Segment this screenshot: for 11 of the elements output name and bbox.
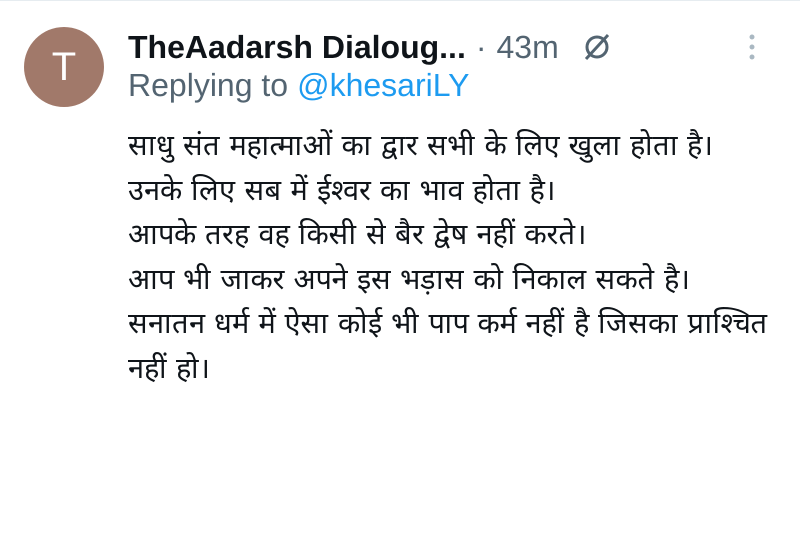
mention-link[interactable]: @khesariLY — [297, 67, 470, 109]
tweet-text: सनातन धर्म में ऐसा कोई भी पाप कर्म नहीं है जिसका प्राश्चित नहीं हो। — [128, 305, 768, 386]
replying-to-label: Replying to — [128, 67, 288, 105]
tweet-text: उनके लिए सब में ईश्वर का भाव होता है। — [128, 172, 557, 208]
avatar[interactable]: T — [24, 27, 104, 107]
separator-dot: · — [476, 28, 486, 66]
tweet-text: साधु संत महात्माओं का द्वार सभी के लिए खुला होता है। — [128, 127, 714, 165]
tweet-text: आप भी जाकर अपने इस भड़ास को निकाल सकते है। — [128, 260, 691, 298]
tweet-text: आपके तरह वह किसी से बैर द्वेष नहीं करते। — [128, 216, 588, 253]
timestamp: 43m — [496, 28, 559, 66]
author-name[interactable]: TheAadarsh Dialoug... — [128, 28, 466, 66]
